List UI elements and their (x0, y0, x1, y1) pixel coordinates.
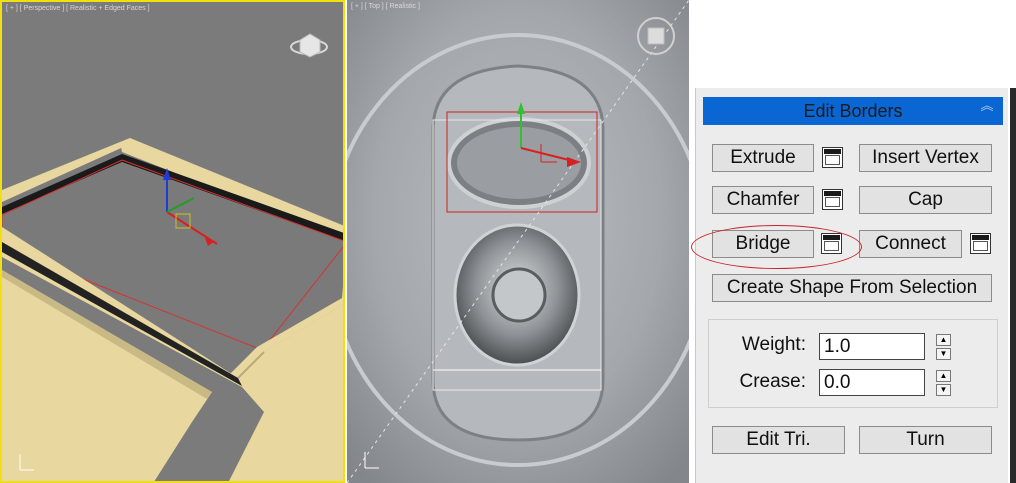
crease-field[interactable]: 0.0 (819, 369, 925, 396)
perspective-scene (2, 33, 343, 481)
spinner-down-icon[interactable]: ▼ (936, 348, 951, 360)
weight-label: Weight: (741, 334, 806, 355)
top-viewport[interactable]: [ + ] [ Top ] [ Realistic ] (347, 0, 689, 483)
connect-settings-icon[interactable] (970, 233, 991, 254)
top-scene (347, 0, 689, 483)
edit-tri-button[interactable]: Edit Tri. (712, 426, 845, 454)
extrude-button[interactable]: Extrude (712, 144, 814, 172)
edit-borders-rollout-header[interactable]: Edit Borders ︽ (703, 97, 1003, 125)
chamfer-button[interactable]: Chamfer (712, 186, 814, 214)
crease-spinner[interactable]: ▲ ▼ (936, 370, 953, 396)
weight-spinner[interactable]: ▲ ▼ (936, 334, 953, 360)
extrude-settings-icon[interactable] (822, 147, 843, 168)
perspective-viewport-label[interactable]: [ + ] [ Perspective ] [ Realistic + Edge… (6, 5, 150, 12)
perspective-viewport[interactable]: [ + ] [ Perspective ] [ Realistic + Edge… (0, 0, 345, 483)
collapse-chevron-icon[interactable]: ︽ (979, 99, 995, 121)
chamfer-settings-icon[interactable] (822, 189, 843, 210)
cap-button[interactable]: Cap (859, 186, 992, 214)
rollout-title: Edit Borders (803, 101, 903, 121)
insert-vertex-button[interactable]: Insert Vertex (859, 144, 992, 172)
spinner-up-icon[interactable]: ▲ (936, 334, 951, 346)
weight-field[interactable]: 1.0 (819, 333, 925, 360)
turn-button[interactable]: Turn (859, 426, 992, 454)
panel-scrollbar[interactable] (1010, 88, 1016, 483)
spinner-down-icon[interactable]: ▼ (936, 384, 951, 396)
bridge-highlight-annotation (691, 225, 862, 269)
spinner-up-icon[interactable]: ▲ (936, 370, 951, 382)
connect-button[interactable]: Connect (859, 230, 962, 258)
create-shape-from-selection-button[interactable]: Create Shape From Selection (712, 274, 992, 302)
top-viewport-label[interactable]: [ + ] [ Top ] [ Realistic ] (351, 3, 420, 10)
crease-label: Crease: (739, 371, 806, 392)
